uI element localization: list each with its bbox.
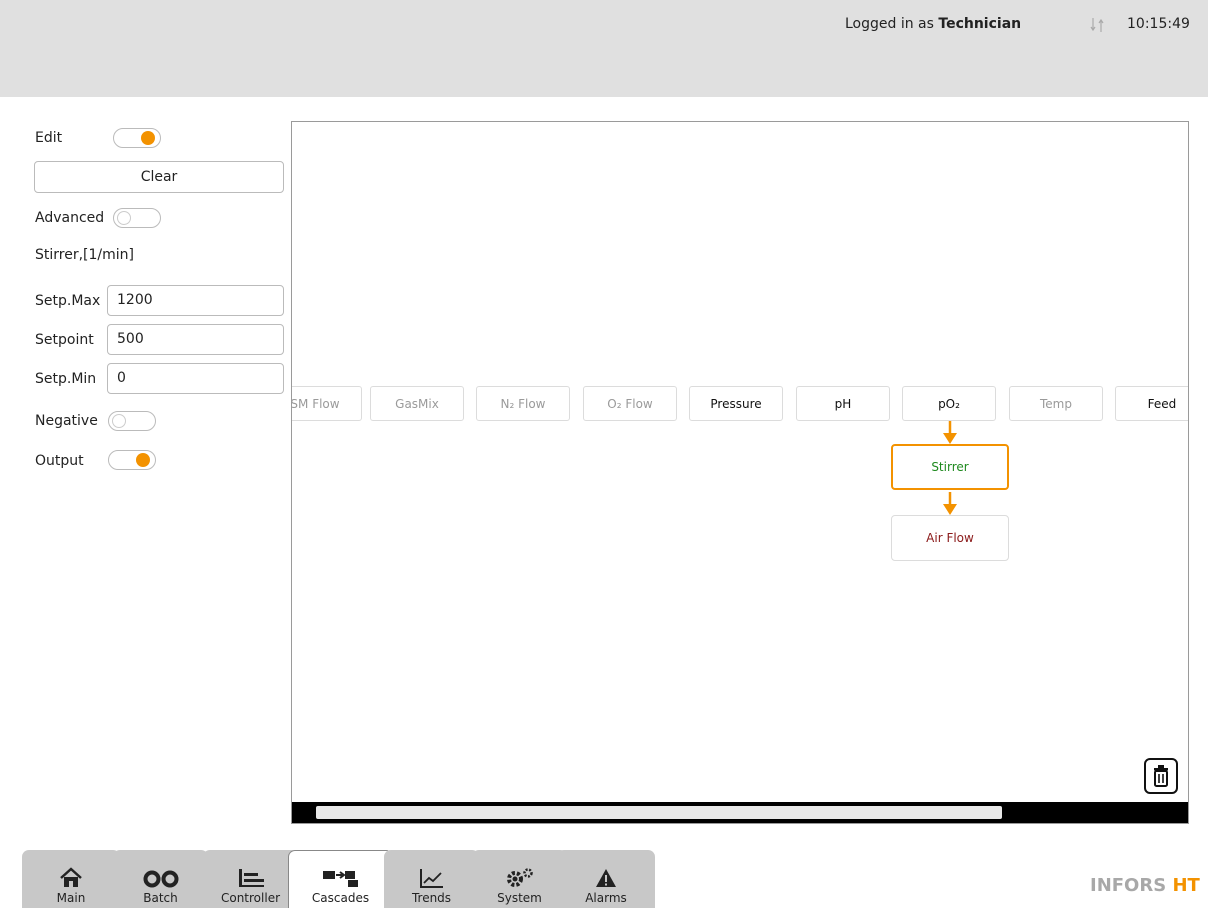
cascade-settings-panel: Edit Clear Advanced Stirrer,[1/min] Setp… [0,97,290,847]
tab-trends[interactable]: Trends [384,850,479,908]
chain-node-air-flow[interactable]: Air Flow [891,515,1009,561]
setp-min-field[interactable]: 0 [107,363,284,394]
setp-min-label: Setp.Min [35,371,97,387]
tab-trends-label: Trends [411,891,452,905]
setp-max-field[interactable]: 1200 [107,285,284,316]
setp-max-label: Setp.Max [35,293,101,309]
controller-icon [238,869,264,887]
tab-bar: Main Batch Controller Cascades Trends Sy… [0,850,1208,908]
tab-alarms[interactable]: Alarms [557,850,655,908]
output-toggle[interactable] [108,450,156,470]
edit-toggle[interactable] [113,128,161,148]
edit-label: Edit [35,130,63,146]
arrow-stirrer-to-airflow [943,492,957,515]
clock: 10:15:49 [1127,16,1190,32]
trends-icon [419,869,443,888]
negative-label: Negative [35,413,98,429]
clear-button[interactable]: Clear [34,161,284,193]
advanced-toggle[interactable] [113,208,161,228]
warning-icon [596,869,616,887]
tab-alarms-label: Alarms [585,891,627,905]
network-icon [1090,18,1104,32]
gears-icon [506,868,533,887]
advanced-label: Advanced [35,210,105,226]
parameter-label: Stirrer,[1/min] [35,247,134,263]
scrollbar-thumb[interactable] [316,806,1002,819]
tab-cascades-label: Cascades [311,891,370,905]
tab-batch-label: Batch [143,891,178,905]
tab-main-label: Main [56,891,86,905]
batch-icon [143,870,178,888]
tab-controller-label: Controller [220,891,281,905]
negative-toggle[interactable] [108,411,156,431]
tab-cascades[interactable]: Cascades [288,850,393,908]
tab-controller[interactable]: Controller [203,850,298,908]
user-name: Technician [938,16,1022,32]
tab-main[interactable]: Main [22,850,120,908]
trash-icon[interactable] [1144,758,1178,794]
output-label: Output [35,453,84,469]
tab-system[interactable]: System [472,850,567,908]
tab-system-label: System [497,891,542,905]
cascade-canvas[interactable]: SM Flow GasMix N₂ Flow O₂ Flow Pressure … [291,121,1189,824]
chain-node-stirrer[interactable]: Stirrer [891,444,1009,490]
horizontal-scrollbar[interactable] [292,802,1188,823]
arrow-po2-to-stirrer [943,421,957,444]
setpoint-label: Setpoint [35,332,94,348]
login-prefix: Logged in as [845,16,934,32]
home-icon [60,867,82,887]
tab-batch[interactable]: Batch [113,850,208,908]
brand-suffix: HT [1172,875,1200,896]
brand-name: INFORS [1090,875,1167,896]
top-bar: Logged in as Technician 10:15:49 [0,0,1208,97]
login-status: Logged in as Technician [845,16,1021,32]
cascades-icon [322,871,358,887]
setpoint-field[interactable]: 500 [107,324,284,355]
brand-logo: INFORS HT [1090,875,1200,896]
cascade-arrows [943,421,957,515]
